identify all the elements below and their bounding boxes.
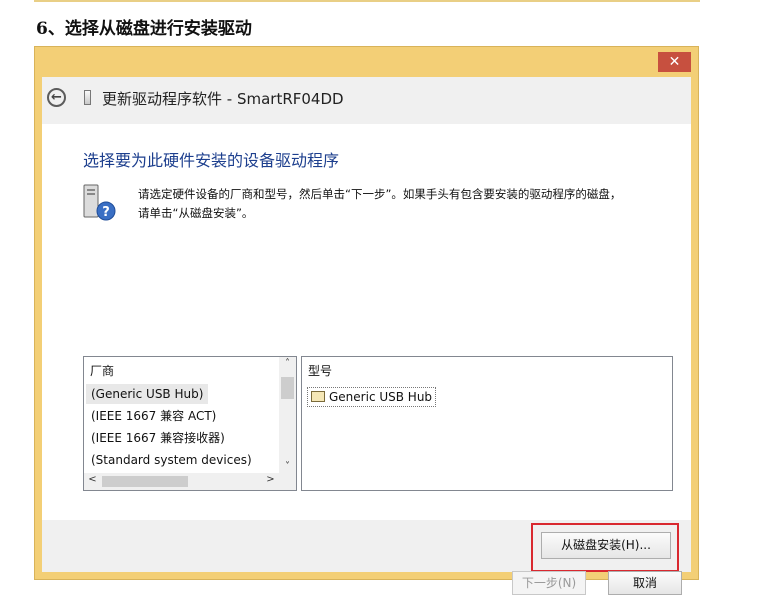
scroll-left-icon[interactable]: < [84, 474, 101, 485]
manufacturer-item[interactable]: (Generic USB Hub) [86, 384, 209, 404]
model-item[interactable]: Generic USB Hub [307, 387, 437, 407]
page-heading: 选择要为此硬件安装的设备驱动程序 [83, 151, 340, 170]
vertical-scroll-thumb[interactable] [281, 377, 294, 399]
dialog-body: ← 更新驱动程序软件 - SmartRF04DD 选择要为此硬件安装的设备驱动程… [42, 77, 691, 595]
model-list[interactable]: 型号 Generic USB Hub [301, 356, 673, 491]
device-icon [84, 90, 91, 105]
close-button[interactable]: ✕ [658, 52, 691, 72]
have-disk-button[interactable]: 从磁盘安装(H)... [541, 532, 671, 559]
manufacturer-item[interactable]: (IEEE 1667 兼容接收器) [86, 428, 230, 448]
svg-text:?: ? [102, 205, 110, 220]
horizontal-scrollbar[interactable]: < > [84, 473, 279, 490]
driver-icon [311, 391, 325, 402]
top-divider [34, 0, 700, 2]
manufacturer-list[interactable]: 厂商 (Generic USB Hub) (IEEE 1667 兼容 ACT) … [83, 356, 297, 491]
scroll-down-icon[interactable]: ˅ [279, 461, 296, 472]
dialog-title: 更新驱动程序软件 - SmartRF04DD [102, 90, 344, 108]
manufacturer-item[interactable]: (IEEE 1667 兼容 ACT) [86, 406, 221, 426]
instruction-text: 请选定硬件设备的厂商和型号，然后单击“下一步”。如果手头有包含要安装的驱动程序的… [138, 185, 678, 223]
back-button[interactable]: ← [47, 88, 66, 107]
dialog-window: ✕ ← 更新驱动程序软件 - SmartRF04DD 选择要为此硬件安装的设备驱… [34, 46, 699, 595]
document-heading: 6、选择从磁盘进行安装驱动 [36, 19, 252, 39]
instruction-line-1: 请选定硬件设备的厂商和型号，然后单击“下一步”。如果手头有包含要安装的驱动程序的… [138, 187, 622, 201]
scroll-right-icon[interactable]: > [262, 474, 279, 485]
hardware-help-icon: ? [83, 184, 116, 221]
manufacturer-item[interactable]: (Standard system devices) [86, 450, 257, 470]
next-button[interactable]: 下一步(N) [512, 571, 586, 595]
model-item-label: Generic USB Hub [329, 390, 433, 404]
scrollbar-corner [279, 473, 296, 490]
scroll-up-icon[interactable]: ˄ [279, 358, 296, 369]
manufacturer-header: 厂商 [90, 364, 115, 378]
vertical-scrollbar[interactable]: ˄ ˅ [279, 357, 296, 473]
model-header: 型号 [308, 364, 333, 378]
instruction-line-2: 请单击“从磁盘安装”。 [138, 206, 254, 220]
cancel-button[interactable]: 取消 [608, 571, 682, 595]
content-panel: 选择要为此硬件安装的设备驱动程序 ? 请选定硬件设备的厂商和型号，然后单击“下一… [42, 124, 691, 572]
horizontal-scroll-thumb[interactable] [102, 476, 188, 487]
